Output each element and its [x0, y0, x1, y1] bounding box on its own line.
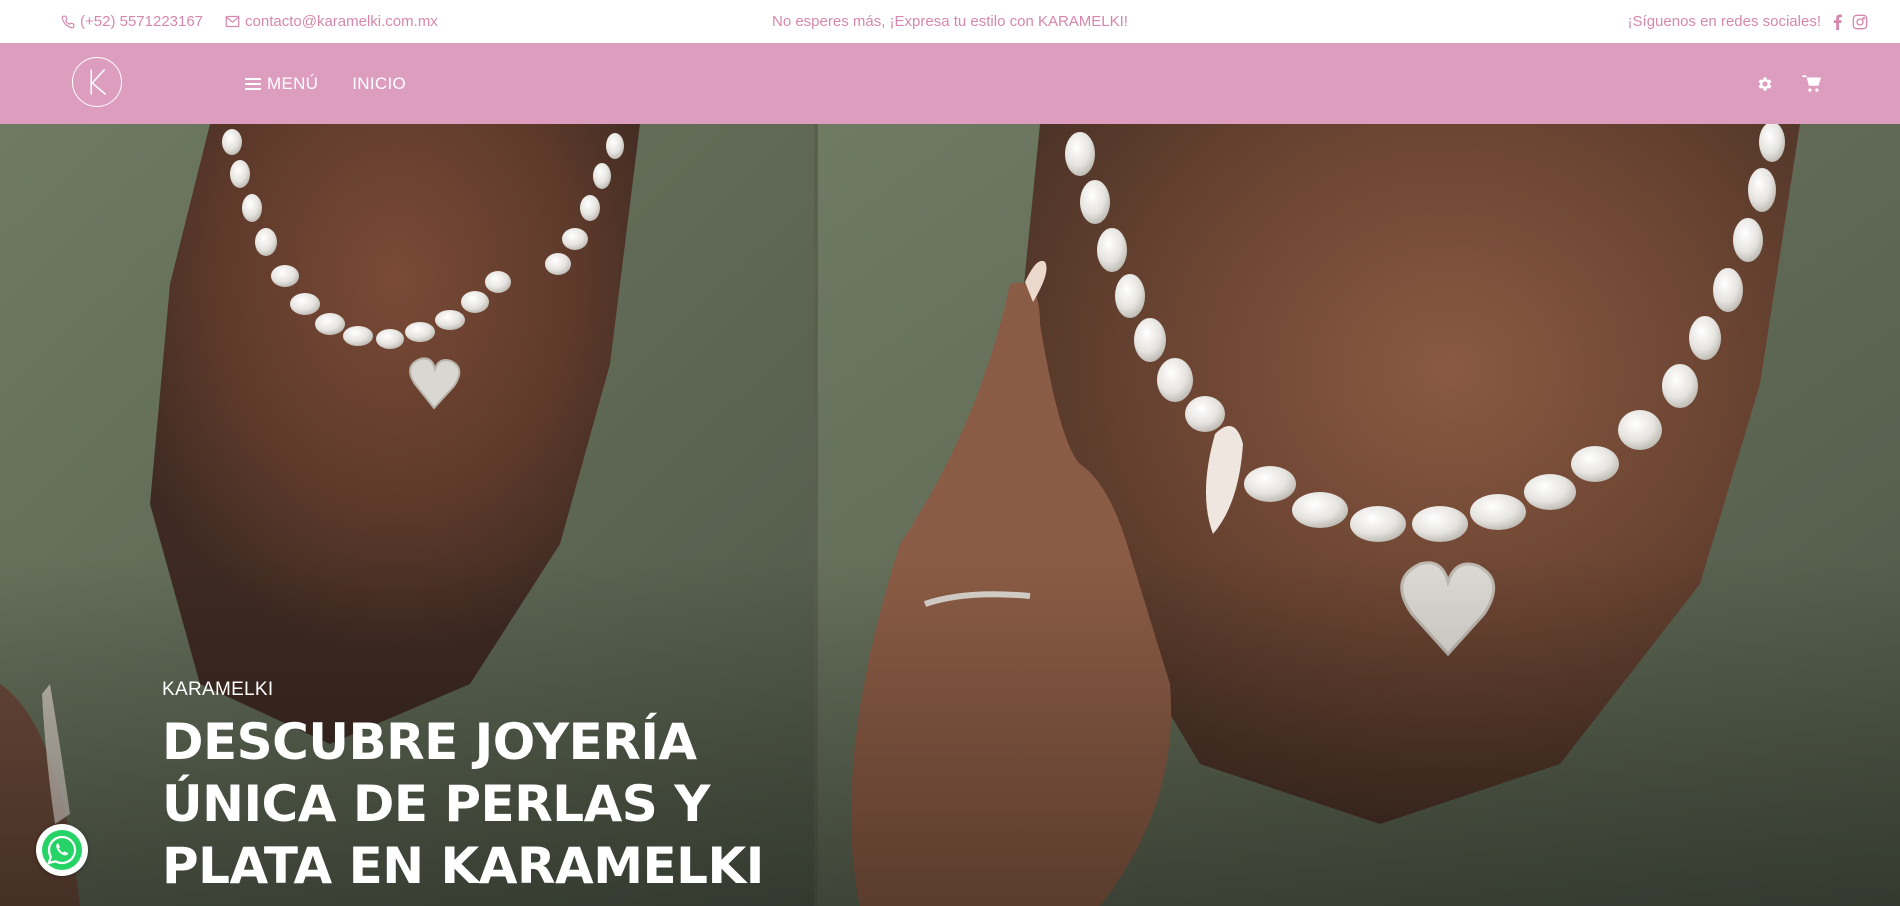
phone-text: (+52) 5571223167: [80, 13, 204, 30]
hero-copy: KARAMELKI DESCUBRE JOYERÍA ÚNICA DE PERL…: [162, 679, 782, 897]
nav-links: MENÚ INICIO: [245, 43, 406, 124]
promo-text: No esperes más, ¡Expresa tu estilo con K…: [772, 13, 1128, 30]
email-text: contacto@karamelki.com.mx: [245, 13, 438, 30]
social-links: ¡Síguenos en redes sociales!: [1628, 0, 1868, 43]
home-label: INICIO: [352, 73, 407, 93]
top-info-bar: (+52) 5571223167 contacto@karamelki.com.…: [0, 0, 1900, 43]
hamburger-icon: [245, 77, 261, 91]
social-label: ¡Síguenos en redes sociales!: [1627, 13, 1821, 30]
menu-button[interactable]: MENÚ: [245, 74, 318, 94]
gear-icon[interactable]: [1756, 75, 1774, 93]
karamelki-logo[interactable]: [72, 57, 122, 107]
main-navbar: MENÚ INICIO: [0, 43, 1900, 124]
instagram-icon[interactable]: [1852, 14, 1868, 30]
cart-icon[interactable]: [1802, 74, 1822, 93]
whatsapp-button[interactable]: [36, 824, 88, 876]
hero-eyebrow: KARAMELKI: [162, 679, 274, 700]
nav-actions: [1756, 43, 1822, 124]
logo-k-mark: [90, 68, 107, 96]
email-link[interactable]: contacto@karamelki.com.mx: [225, 13, 438, 30]
phone-link[interactable]: (+52) 5571223167: [61, 13, 203, 30]
envelope-icon: [225, 15, 240, 28]
hero-title-line: DESCUBRE JOYERÍA: [162, 713, 697, 771]
contact-info: (+52) 5571223167 contacto@karamelki.com.…: [61, 0, 438, 43]
nav-home-link[interactable]: INICIO: [352, 74, 406, 94]
whatsapp-icon: [40, 828, 84, 872]
hero-banner: KARAMELKI DESCUBRE JOYERÍA ÚNICA DE PERL…: [0, 124, 1900, 906]
hero-title-line: ÚNICA DE PERLAS Y: [162, 775, 710, 833]
hero-title-line: PLATA EN KARAMELKI: [162, 837, 764, 895]
facebook-icon[interactable]: [1833, 14, 1842, 30]
menu-label: MENÚ: [267, 73, 319, 93]
hero-title: DESCUBRE JOYERÍA ÚNICA DE PERLAS Y PLATA…: [162, 711, 782, 897]
social-icons: [1833, 14, 1868, 30]
phone-icon: [61, 15, 75, 29]
